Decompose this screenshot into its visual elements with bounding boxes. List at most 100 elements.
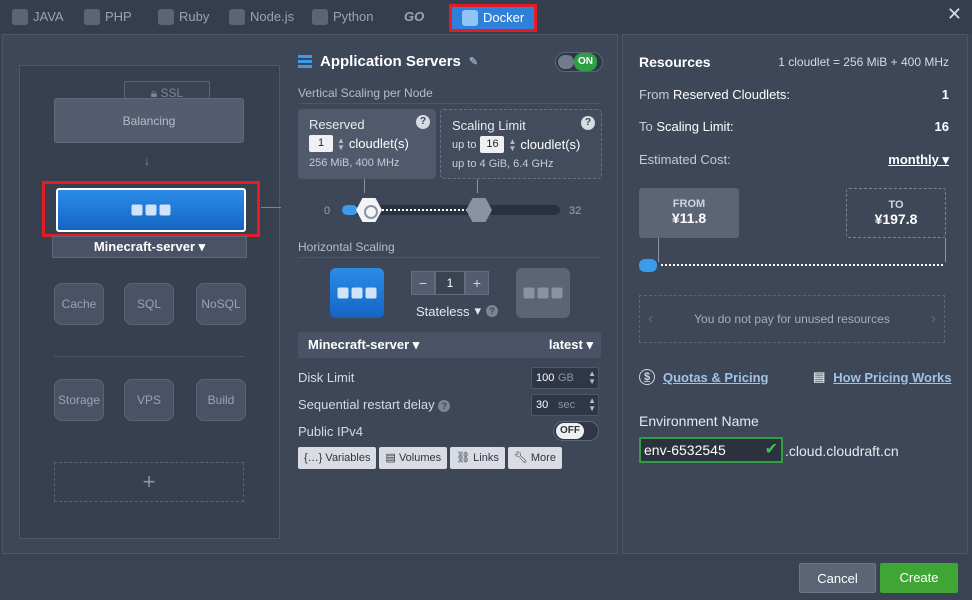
restart-delay-row: Sequential restart delay ? 30 sec ▲ ▼ xyxy=(298,394,601,416)
node-settings: Application Servers ✎ ON Vertical Scalin… xyxy=(298,35,603,555)
add-layer-button[interactable]: + xyxy=(54,462,244,502)
reserved-card: Reserved ? 1 ▲ ▼ cloudlet(s) 256 MiB, 400… xyxy=(298,109,436,179)
php-icon xyxy=(84,9,100,25)
decrease-button[interactable]: − xyxy=(411,271,435,295)
env-name-input[interactable]: env-6532545 ✔ xyxy=(639,437,783,463)
wrench-icon: 🔧︎ xyxy=(513,452,528,464)
help-icon[interactable]: ? xyxy=(416,115,430,129)
document-icon: ▤ xyxy=(813,369,826,384)
cache-button[interactable]: Cache xyxy=(54,283,104,325)
cloudlet-slider-range xyxy=(370,209,480,211)
variables-button[interactable]: {…} Variables xyxy=(298,447,377,469)
spinner-icon[interactable]: ▲ ▼ xyxy=(337,136,345,151)
nosql-button[interactable]: NoSQL xyxy=(196,283,246,325)
limit-slider-handle[interactable] xyxy=(466,198,492,222)
storage-button[interactable]: Storage xyxy=(54,379,104,421)
edit-icon[interactable]: ✎ xyxy=(469,55,478,68)
cloudlet-slider-fill xyxy=(342,205,358,215)
public-ipv4-toggle[interactable]: OFF xyxy=(553,421,599,441)
chevron-left-icon: ‹ xyxy=(648,310,654,327)
disk-limit-label: Disk Limit xyxy=(298,370,355,385)
reserved-slider-handle[interactable] xyxy=(356,198,382,222)
ruby-icon xyxy=(158,9,174,25)
build-button[interactable]: Build xyxy=(196,379,246,421)
slider-max: 32 xyxy=(569,205,582,217)
tab-nodejs[interactable]: Node.js xyxy=(229,0,294,34)
selected-node-highlight xyxy=(42,181,260,237)
node-name-dropdown[interactable]: Minecraft-server ▾ xyxy=(52,236,247,258)
volumes-button[interactable]: ▤ Volumes xyxy=(379,447,448,469)
cost-period-dropdown[interactable]: monthly ▾ xyxy=(888,152,949,168)
tag-select[interactable]: latest ▾ xyxy=(549,337,593,353)
tab-ruby[interactable]: Ruby xyxy=(158,0,209,34)
price-to: TO ¥197.8 xyxy=(846,188,946,238)
tab-php[interactable]: PHP xyxy=(84,0,132,34)
create-button[interactable]: Create xyxy=(880,563,958,593)
resources-title: Resources xyxy=(639,54,711,70)
links-button[interactable]: ⛓ Links xyxy=(450,447,505,469)
help-icon[interactable]: ? xyxy=(438,400,451,412)
page-title: Application Servers xyxy=(320,53,461,70)
how-pricing-works-link[interactable]: ▤ How Pricing Works xyxy=(813,369,952,385)
close-icon[interactable]: ✕ xyxy=(947,5,962,23)
link-icon: ⛓ xyxy=(456,452,471,464)
restart-delay-label: Sequential restart delay ? xyxy=(298,397,451,412)
env-name-label: Environment Name xyxy=(639,413,759,429)
help-icon[interactable]: ? xyxy=(486,305,499,317)
divider xyxy=(298,257,601,258)
resources-panel: Resources 1 cloudlet = 256 MiB + 400 MHz… xyxy=(622,34,968,554)
price-link xyxy=(945,238,946,262)
more-button[interactable]: 🔧︎ More xyxy=(507,447,562,469)
image-select[interactable]: Minecraft-server ▾ xyxy=(308,337,419,353)
help-icon[interactable]: ? xyxy=(581,116,595,130)
spinner-icon[interactable]: ▲ ▼ xyxy=(588,370,596,386)
app-servers-toggle[interactable]: ON xyxy=(555,52,603,72)
cloudlet-ratio: 1 cloudlet = 256 MiB + 400 MHz xyxy=(778,55,949,69)
ghost-node-icon xyxy=(516,268,570,318)
node-connector xyxy=(261,207,281,208)
image-tag-select[interactable]: Minecraft-server ▾ latest ▾ xyxy=(298,332,601,358)
vps-button[interactable]: VPS xyxy=(124,379,174,421)
quotas-pricing-link[interactable]: $ Quotas & Pricing xyxy=(639,369,768,385)
disk-limit-row: Disk Limit 100 GB ▲ ▼ xyxy=(298,367,601,389)
scaling-limit-input[interactable]: 16 xyxy=(480,136,505,153)
balancing-button[interactable]: Balancing xyxy=(54,98,244,143)
tab-go[interactable]: GO xyxy=(404,0,424,34)
spinner-icon[interactable]: ▲ ▼ xyxy=(508,137,516,152)
limit-title: Scaling Limit xyxy=(452,118,526,133)
upto-label: up to xyxy=(452,138,477,151)
braces-icon: {…} xyxy=(304,452,323,464)
app-server-node-button[interactable] xyxy=(56,188,246,232)
reserved-cloudlets-input[interactable]: 1 xyxy=(309,135,333,152)
stateless-dropdown[interactable]: Stateless ▾? xyxy=(416,303,499,319)
spinner-icon[interactable]: ▲ ▼ xyxy=(588,397,596,413)
node-actions: {…} Variables ▤ Volumes ⛓ Links 🔧︎ More xyxy=(298,447,562,469)
reserved-title: Reserved xyxy=(309,117,365,132)
limit-unit: cloudlet(s) xyxy=(520,137,581,152)
slider-min: 0 xyxy=(324,205,331,217)
increase-button[interactable]: + xyxy=(465,271,489,295)
disk-limit-input[interactable]: 100 GB ▲ ▼ xyxy=(531,367,599,389)
tab-docker[interactable]: Docker xyxy=(449,4,538,32)
horizontal-node-icon xyxy=(330,268,384,318)
limit-sub: up to 4 GiB, 6.4 GHz xyxy=(452,158,554,170)
node-count-input[interactable]: 1 xyxy=(435,271,465,295)
app-servers-header: Application Servers ✎ xyxy=(298,53,478,70)
restart-delay-input[interactable]: 30 sec ▲ ▼ xyxy=(531,394,599,416)
tab-python[interactable]: Python xyxy=(312,0,373,34)
cancel-button[interactable]: Cancel xyxy=(799,563,876,593)
nodejs-icon xyxy=(229,9,245,25)
docker-node-icon xyxy=(131,204,171,216)
divider xyxy=(298,103,601,104)
tab-java[interactable]: JAVA xyxy=(12,0,64,34)
volumes-icon: ▤ xyxy=(385,452,396,464)
menu-icon xyxy=(298,54,312,69)
python-icon xyxy=(312,9,328,25)
scaling-limit-card: Scaling Limit ? up to 16 ▲ ▼ cloudlet(s) … xyxy=(440,109,602,179)
reserved-sub: 256 MiB, 400 MHz xyxy=(309,157,400,169)
chevron-right-icon: › xyxy=(930,310,936,327)
divider xyxy=(54,356,244,357)
sql-button[interactable]: SQL xyxy=(124,283,174,325)
caret-down-icon: ▾ xyxy=(198,239,206,254)
estimated-cost-row: Estimated Cost: monthly ▾ xyxy=(639,152,949,167)
